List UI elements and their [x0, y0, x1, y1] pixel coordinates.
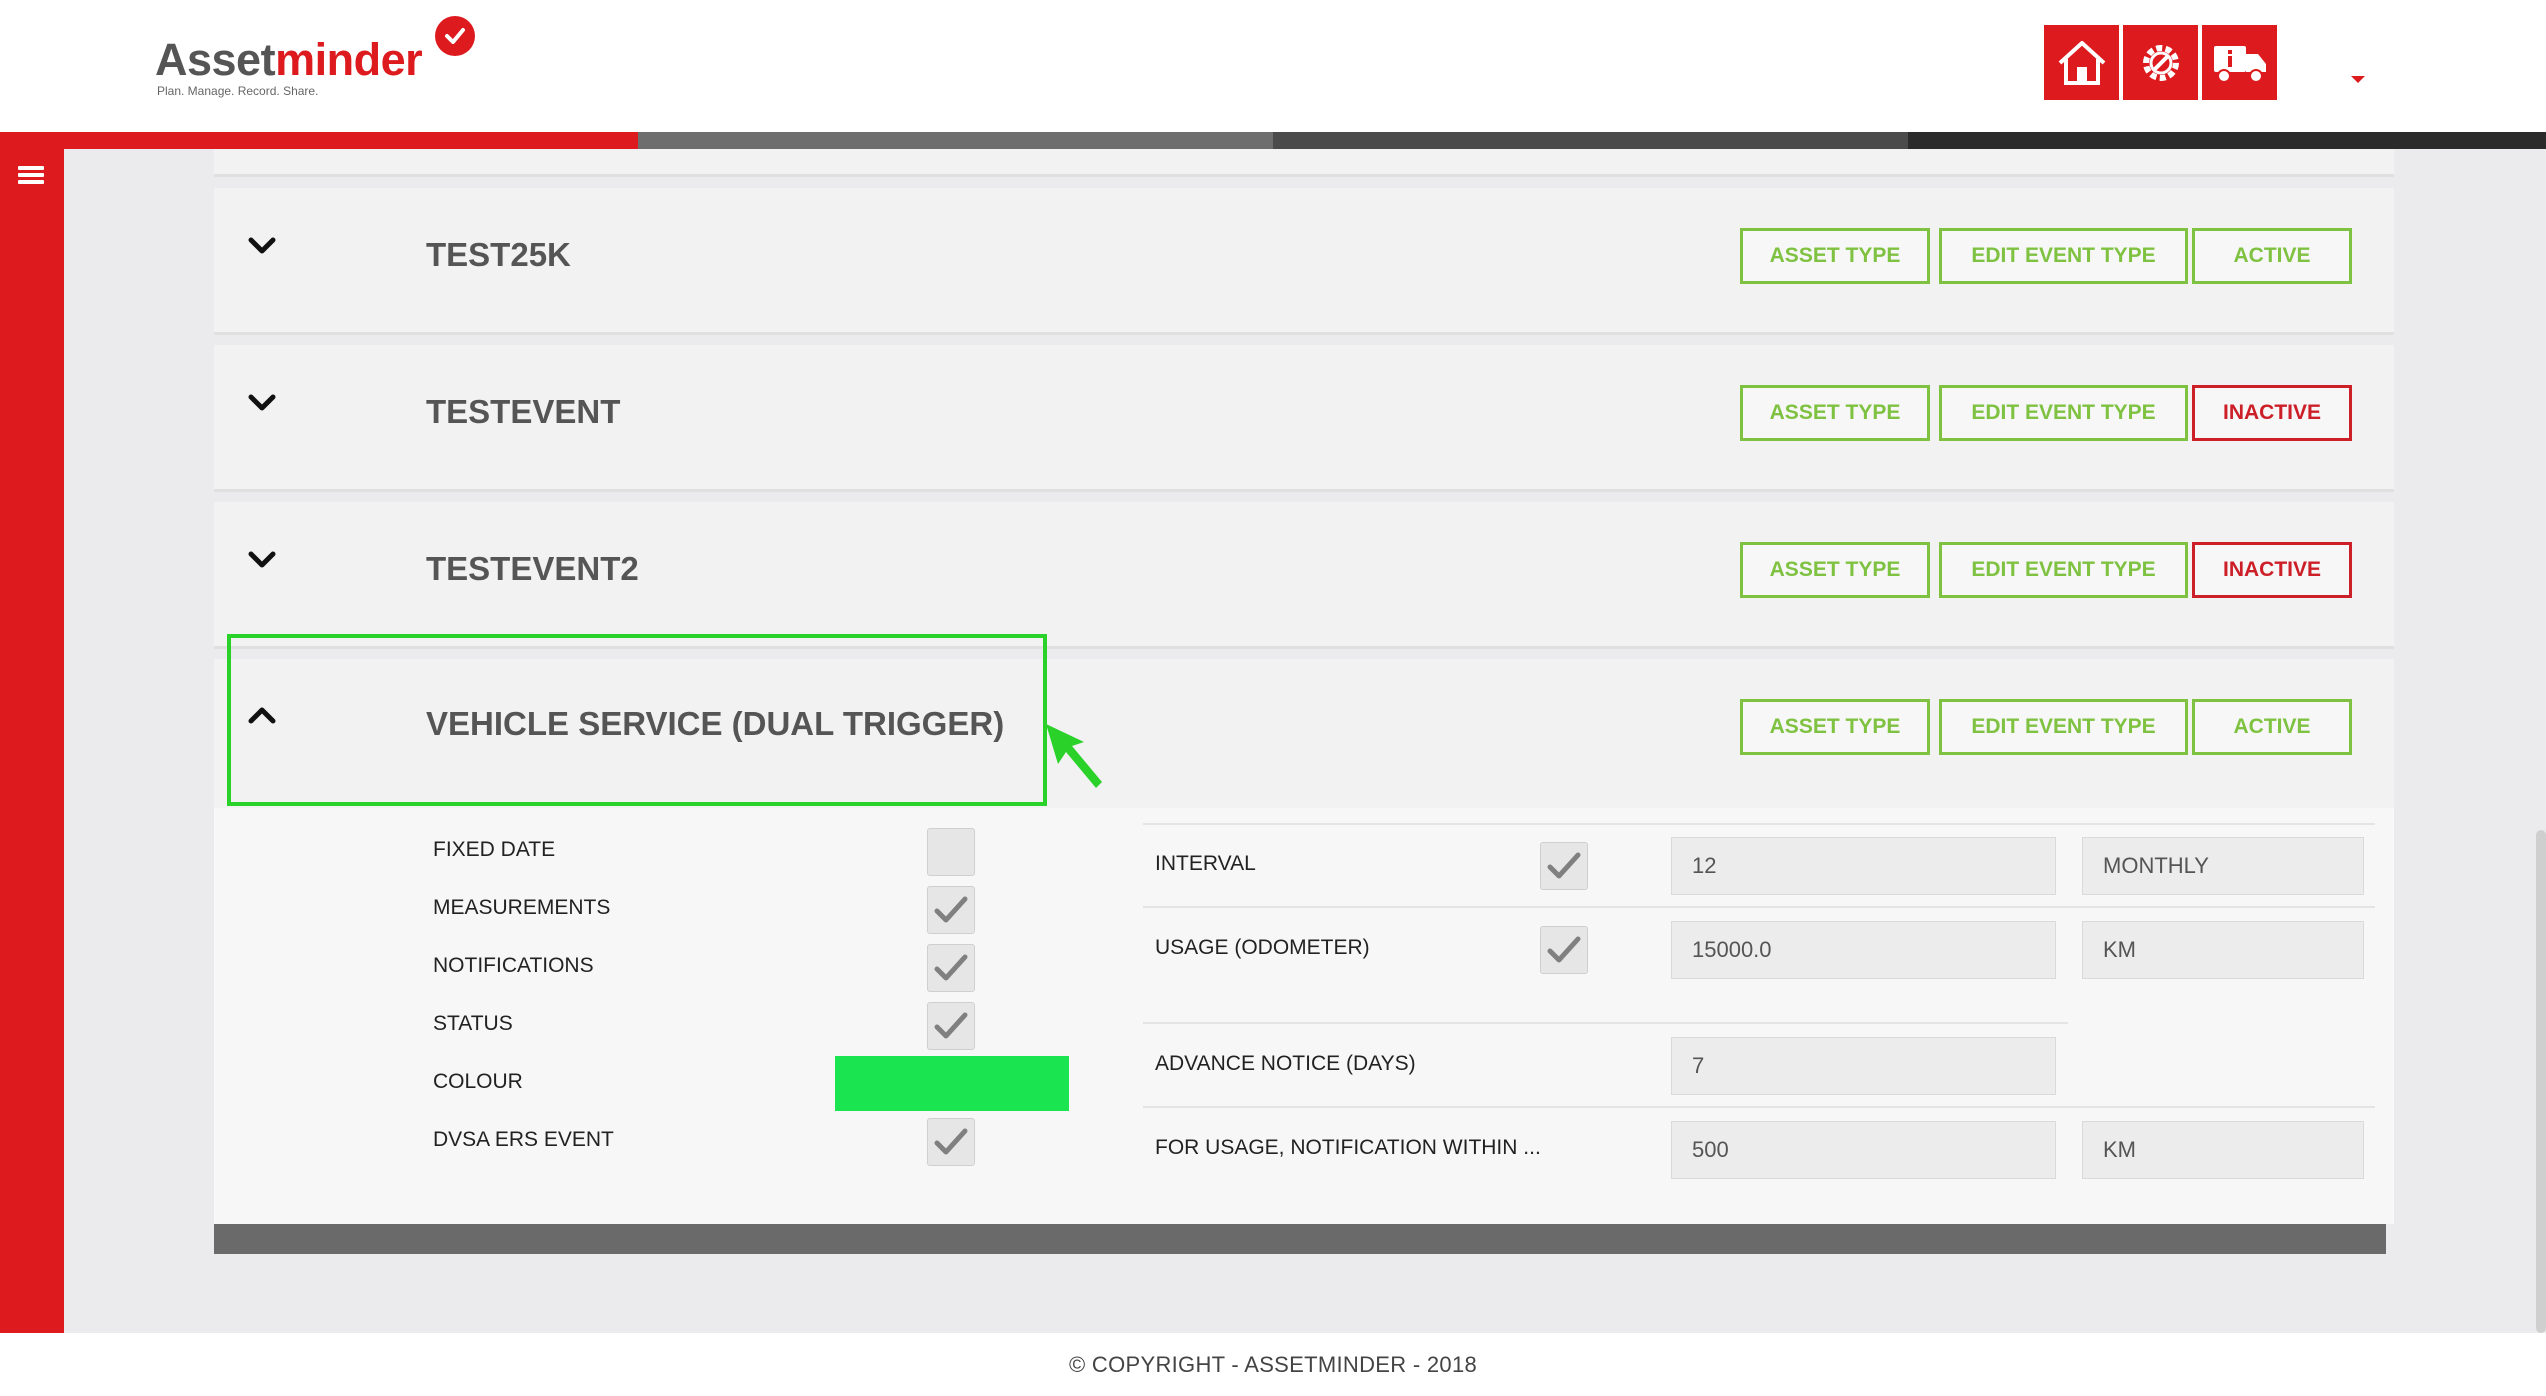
checkmark-icon: [934, 1128, 968, 1155]
chevron-up-icon[interactable]: [244, 701, 280, 729]
vehicle-info-button[interactable]: [2202, 25, 2277, 100]
usage-notification-label: FOR USAGE, NOTIFICATION WITHIN ...: [1155, 1136, 1541, 1159]
divider: [1143, 823, 2375, 825]
assetminder-logo[interactable]: Assetminder Plan. Manage. Record. Share.: [155, 16, 485, 100]
status-toggle-button[interactable]: INACTIVE: [2192, 542, 2352, 598]
event-panel-vehicle-service: VEHICLE SERVICE (DUAL TRIGGER) ASSET TYP…: [214, 659, 2394, 808]
previous-panel-edge: [214, 149, 2394, 177]
checkmark-icon: [934, 896, 968, 923]
status-checkbox[interactable]: [927, 1002, 975, 1050]
measurements-checkbox[interactable]: [927, 886, 975, 934]
checkmark-badge-icon: [435, 16, 475, 56]
chevron-down-icon[interactable]: [244, 389, 280, 417]
edit-event-type-button[interactable]: EDIT EVENT TYPE: [1939, 542, 2188, 598]
edit-event-type-button[interactable]: EDIT EVENT TYPE: [1939, 228, 2188, 284]
dvsa-ers-event-checkbox[interactable]: [927, 1118, 975, 1166]
advance-notice-label: ADVANCE NOTICE (DAYS): [1155, 1052, 1416, 1075]
gear-wrench-icon: [2142, 44, 2179, 81]
asset-type-button[interactable]: ASSET TYPE: [1740, 228, 1930, 284]
interval-unit-select[interactable]: MONTHLY: [2082, 837, 2364, 895]
asset-type-button[interactable]: ASSET TYPE: [1740, 699, 1930, 755]
usage-notification-unit-select[interactable]: KM: [2082, 1121, 2364, 1179]
checkmark-icon: [934, 954, 968, 981]
home-icon: [2058, 40, 2105, 85]
status-toggle-button[interactable]: INACTIVE: [2192, 385, 2352, 441]
sidebar: [0, 149, 64, 1333]
usage-notification-field[interactable]: 500: [1671, 1121, 2056, 1179]
usage-unit-select[interactable]: KM: [2082, 921, 2364, 979]
colour-swatch[interactable]: [835, 1056, 1069, 1111]
app-header: Assetminder Plan. Manage. Record. Share.: [0, 0, 2546, 132]
checkmark-icon: [1547, 852, 1581, 879]
interval-label: INTERVAL: [1155, 852, 1256, 875]
page-footer: © COPYRIGHT - ASSETMINDER - 2018: [0, 1333, 2546, 1396]
event-panel-testevent: TESTEVENT ASSET TYPE EDIT EVENT TYPE INA…: [214, 345, 2394, 492]
divider: [1143, 1022, 2068, 1024]
user-menu-caret-icon[interactable]: [2351, 76, 2365, 83]
status-toggle-button[interactable]: ACTIVE: [2192, 699, 2352, 755]
colour-label: COLOUR: [433, 1070, 523, 1093]
brand-part-asset: Asset: [155, 34, 276, 85]
event-details-panel: [214, 808, 2394, 1224]
fixed-date-label: FIXED DATE: [433, 838, 556, 861]
page-scrollbar[interactable]: [2536, 830, 2546, 1333]
interval-checkbox[interactable]: [1540, 842, 1588, 890]
event-title: TEST25K: [426, 236, 571, 273]
asset-type-button[interactable]: ASSET TYPE: [1740, 542, 1930, 598]
truck-info-icon: [2213, 45, 2266, 83]
event-title: VEHICLE SERVICE (DUAL TRIGGER): [426, 705, 1005, 742]
event-panel-testevent2: TESTEVENT2 ASSET TYPE EDIT EVENT TYPE IN…: [214, 502, 2394, 649]
brand-tagline: Plan. Manage. Record. Share.: [157, 84, 319, 98]
hamburger-menu-icon[interactable]: [18, 163, 44, 187]
chevron-down-icon[interactable]: [244, 232, 280, 260]
checkmark-icon: [1547, 936, 1581, 963]
checkmark-icon: [934, 1012, 968, 1039]
home-button[interactable]: [2044, 25, 2119, 100]
status-toggle-button[interactable]: ACTIVE: [2192, 228, 2352, 284]
panel-bottom-bar: [214, 1224, 2386, 1254]
notifications-checkbox[interactable]: [927, 944, 975, 992]
brand-name: Assetminder: [155, 34, 423, 86]
event-title: TESTEVENT2: [426, 550, 639, 587]
settings-button[interactable]: [2123, 25, 2198, 100]
copyright-text: © COPYRIGHT - ASSETMINDER - 2018: [1068, 1351, 1478, 1377]
measurements-label: MEASUREMENTS: [433, 896, 611, 919]
brand-part-minder: minder: [275, 34, 423, 85]
usage-odometer-label: USAGE (ODOMETER): [1155, 936, 1370, 959]
usage-odometer-checkbox[interactable]: [1540, 926, 1588, 974]
annotation-arrow-icon: [1046, 724, 1102, 788]
divider: [1143, 906, 2375, 908]
notifications-label: NOTIFICATIONS: [433, 954, 594, 977]
event-title: TESTEVENT: [426, 393, 621, 430]
edit-event-type-button[interactable]: EDIT EVENT TYPE: [1939, 699, 2188, 755]
event-panel-test25k: TEST25K ASSET TYPE EDIT EVENT TYPE ACTIV…: [214, 188, 2394, 335]
dvsa-ers-event-label: DVSA ERS EVENT: [433, 1128, 614, 1151]
edit-event-type-button[interactable]: EDIT EVENT TYPE: [1939, 385, 2188, 441]
asset-type-button[interactable]: ASSET TYPE: [1740, 385, 1930, 441]
header-stripe: [0, 132, 2546, 149]
chevron-down-icon[interactable]: [244, 546, 280, 574]
interval-value-field[interactable]: 12: [1671, 837, 2056, 895]
divider: [1143, 1106, 2375, 1108]
status-label: STATUS: [433, 1012, 513, 1035]
fixed-date-checkbox[interactable]: [927, 828, 975, 876]
advance-notice-field[interactable]: 7: [1671, 1037, 2056, 1095]
usage-value-field[interactable]: 15000.0: [1671, 921, 2056, 979]
